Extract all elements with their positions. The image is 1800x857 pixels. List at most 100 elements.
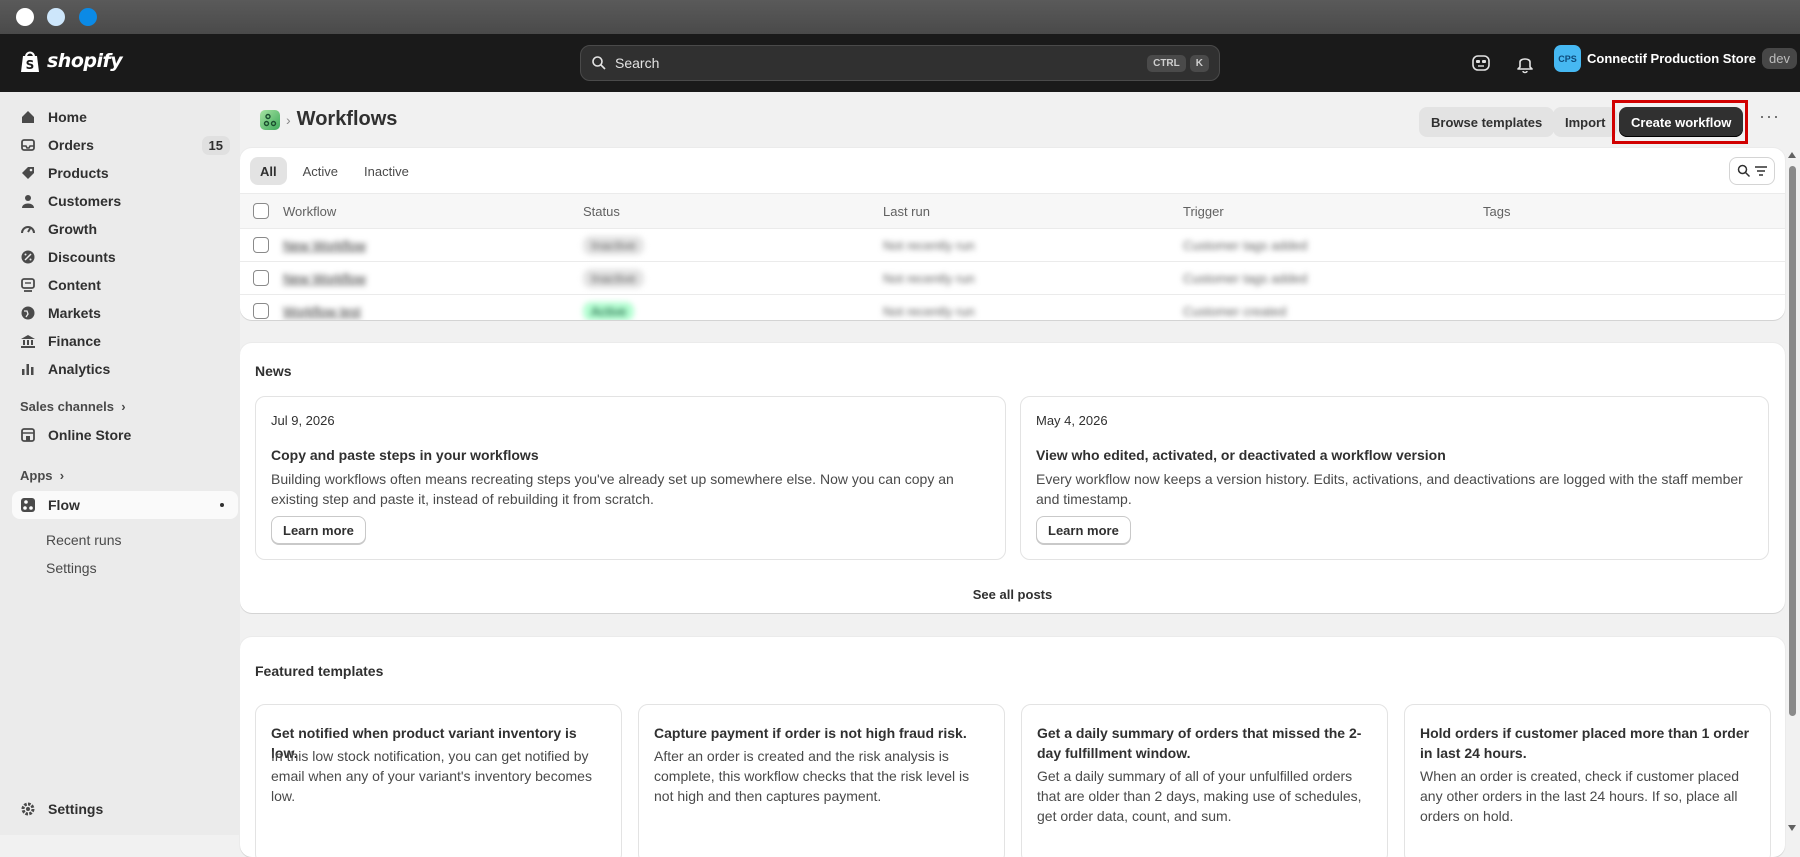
window-maximize-button[interactable] [79, 8, 97, 26]
news-card: News Jul 9, 2026 Copy and paste steps in… [240, 343, 1785, 613]
page-scrollbar[interactable] [1786, 148, 1798, 835]
column-workflow[interactable]: Workflow [283, 194, 336, 228]
sidebar-item-flow-settings[interactable]: Settings [46, 560, 97, 576]
sidebar-item-label: Analytics [48, 361, 111, 377]
select-all-checkbox[interactable] [253, 203, 269, 219]
sidebar-item-label: Settings [48, 801, 104, 817]
sidebar-item-flow[interactable]: Flow [12, 491, 238, 519]
sales-channels-label: Sales channels [20, 399, 114, 414]
news-date: Jul 9, 2026 [271, 413, 335, 428]
status-badge: Inactive [583, 268, 644, 288]
template-card[interactable]: Get notified when product variant invent… [255, 704, 622, 857]
apps-label: Apps [20, 468, 53, 483]
svg-text:S: S [26, 58, 35, 72]
sidebar-item-recent-runs[interactable]: Recent runs [46, 532, 121, 548]
workflow-name-link[interactable]: Workflow test [283, 304, 361, 319]
template-card[interactable]: Hold orders if customer placed more than… [1404, 704, 1771, 857]
store-avatar: CPS [1554, 45, 1581, 72]
sidebar-item-label: Customers [48, 193, 122, 209]
pin-dot-icon[interactable] [220, 503, 224, 507]
window-close-button[interactable] [16, 8, 34, 26]
apps-header[interactable]: Apps › [20, 468, 64, 483]
learn-more-button[interactable]: Learn more [1036, 516, 1131, 544]
table-row[interactable]: Workflow test Active Not recently run Cu… [240, 295, 1785, 320]
last-run-cell: Not recently run [883, 237, 975, 253]
bell-icon[interactable] [1514, 52, 1536, 74]
last-run-cell: Not recently run [883, 304, 975, 319]
row-checkbox[interactable] [253, 303, 269, 319]
window-minimize-button[interactable] [47, 8, 65, 26]
template-description: Get a daily summary of all of your unful… [1037, 768, 1362, 824]
template-card[interactable]: Capture payment if order is not high fra… [638, 704, 1005, 857]
news-heading: Copy and paste steps in your workflows [271, 447, 539, 463]
search-filter-button[interactable] [1729, 157, 1775, 185]
create-workflow-button[interactable]: Create workflow [1619, 107, 1744, 137]
trigger-cell: Customer tags added [1183, 237, 1308, 253]
tab-all[interactable]: All [250, 157, 287, 185]
column-status[interactable]: Status [583, 194, 620, 228]
sidebar-item-growth[interactable]: Growth [12, 215, 238, 243]
sales-channels-header[interactable]: Sales channels › [20, 399, 126, 414]
see-all-posts-link[interactable]: See all posts [240, 587, 1785, 602]
workflow-filter-tabs: All Active Inactive [250, 157, 419, 185]
shopify-wordmark: shopify [47, 50, 123, 72]
chevron-right-icon: › [117, 399, 126, 414]
more-actions-icon[interactable]: ··· [1759, 106, 1780, 127]
content-icon [21, 278, 35, 292]
sidebar-item-finance[interactable]: Finance [12, 327, 238, 355]
store-switcher[interactable]: CPS Connectif Production Store dev [1554, 45, 1797, 72]
column-last-run[interactable]: Last run [883, 194, 930, 228]
flow-logo-icon[interactable] [260, 109, 280, 130]
sidebar-item-label: Markets [48, 305, 101, 321]
sidebar-item-home[interactable]: Home [12, 103, 238, 131]
tab-inactive[interactable]: Inactive [354, 157, 419, 185]
template-description: When an order is created, check if custo… [1420, 768, 1740, 824]
browse-templates-button[interactable]: Browse templates [1419, 107, 1555, 137]
learn-more-button[interactable]: Learn more [271, 516, 366, 544]
column-trigger[interactable]: Trigger [1183, 194, 1224, 228]
search-placeholder: Search [615, 55, 660, 71]
global-search-bar[interactable]: Search CTRL K [580, 45, 1220, 81]
store-env-badge: dev [1762, 48, 1797, 69]
workflow-name-link[interactable]: New Workflow [283, 238, 366, 253]
sidebar-item-settings[interactable]: Settings [12, 795, 238, 823]
workflows-card: All Active Inactive Workflow Status Last… [240, 148, 1785, 320]
tab-active[interactable]: Active [293, 157, 348, 185]
sidekick-icon[interactable] [1470, 52, 1492, 74]
column-tags[interactable]: Tags [1483, 194, 1510, 228]
news-title: News [255, 363, 292, 379]
shopify-logo[interactable]: S shopify [19, 49, 123, 73]
sidebar-item-discounts[interactable]: Discounts [12, 243, 238, 271]
search-icon [592, 56, 606, 70]
row-checkbox[interactable] [253, 270, 269, 286]
row-checkbox[interactable] [253, 237, 269, 253]
inbox-icon [21, 139, 35, 151]
sidebar-item-analytics[interactable]: Analytics [12, 355, 238, 383]
workflow-name-link[interactable]: New Workflow [283, 271, 366, 286]
import-button[interactable]: Import [1553, 107, 1618, 137]
template-card[interactable]: Get a daily summary of orders that misse… [1021, 704, 1388, 857]
scroll-up-arrow-icon[interactable] [1788, 152, 1796, 158]
status-badge: Inactive [583, 235, 644, 255]
scroll-down-arrow-icon[interactable] [1788, 825, 1796, 831]
table-row[interactable]: New Workflow Inactive Not recently run C… [240, 229, 1785, 262]
sidebar-item-label: Flow [48, 497, 80, 513]
sidebar-nav: Home Orders 15 Products Customers Growth… [0, 92, 240, 835]
sidebar-item-label: Content [48, 277, 101, 293]
news-date: May 4, 2026 [1036, 413, 1108, 428]
sidebar-item-markets[interactable]: Markets [12, 299, 238, 327]
sidebar-item-products[interactable]: Products [12, 159, 238, 187]
home-icon [22, 111, 34, 123]
sidebar-item-online-store[interactable]: Online Store [12, 421, 238, 449]
shopify-bag-icon: S [21, 51, 39, 72]
scrollbar-thumb[interactable] [1789, 166, 1796, 716]
flow-app-icon [21, 498, 35, 512]
page-title: Workflows [296, 108, 398, 130]
sidebar-item-label: Home [48, 109, 87, 125]
table-row[interactable]: New Workflow Inactive Not recently run C… [240, 262, 1785, 295]
bank-icon [21, 335, 35, 348]
sidebar-item-customers[interactable]: Customers [12, 187, 238, 215]
template-heading: Capture payment if order is not high fra… [654, 725, 967, 741]
sidebar-item-content[interactable]: Content [12, 271, 238, 299]
sidebar-item-orders[interactable]: Orders 15 [12, 131, 238, 159]
